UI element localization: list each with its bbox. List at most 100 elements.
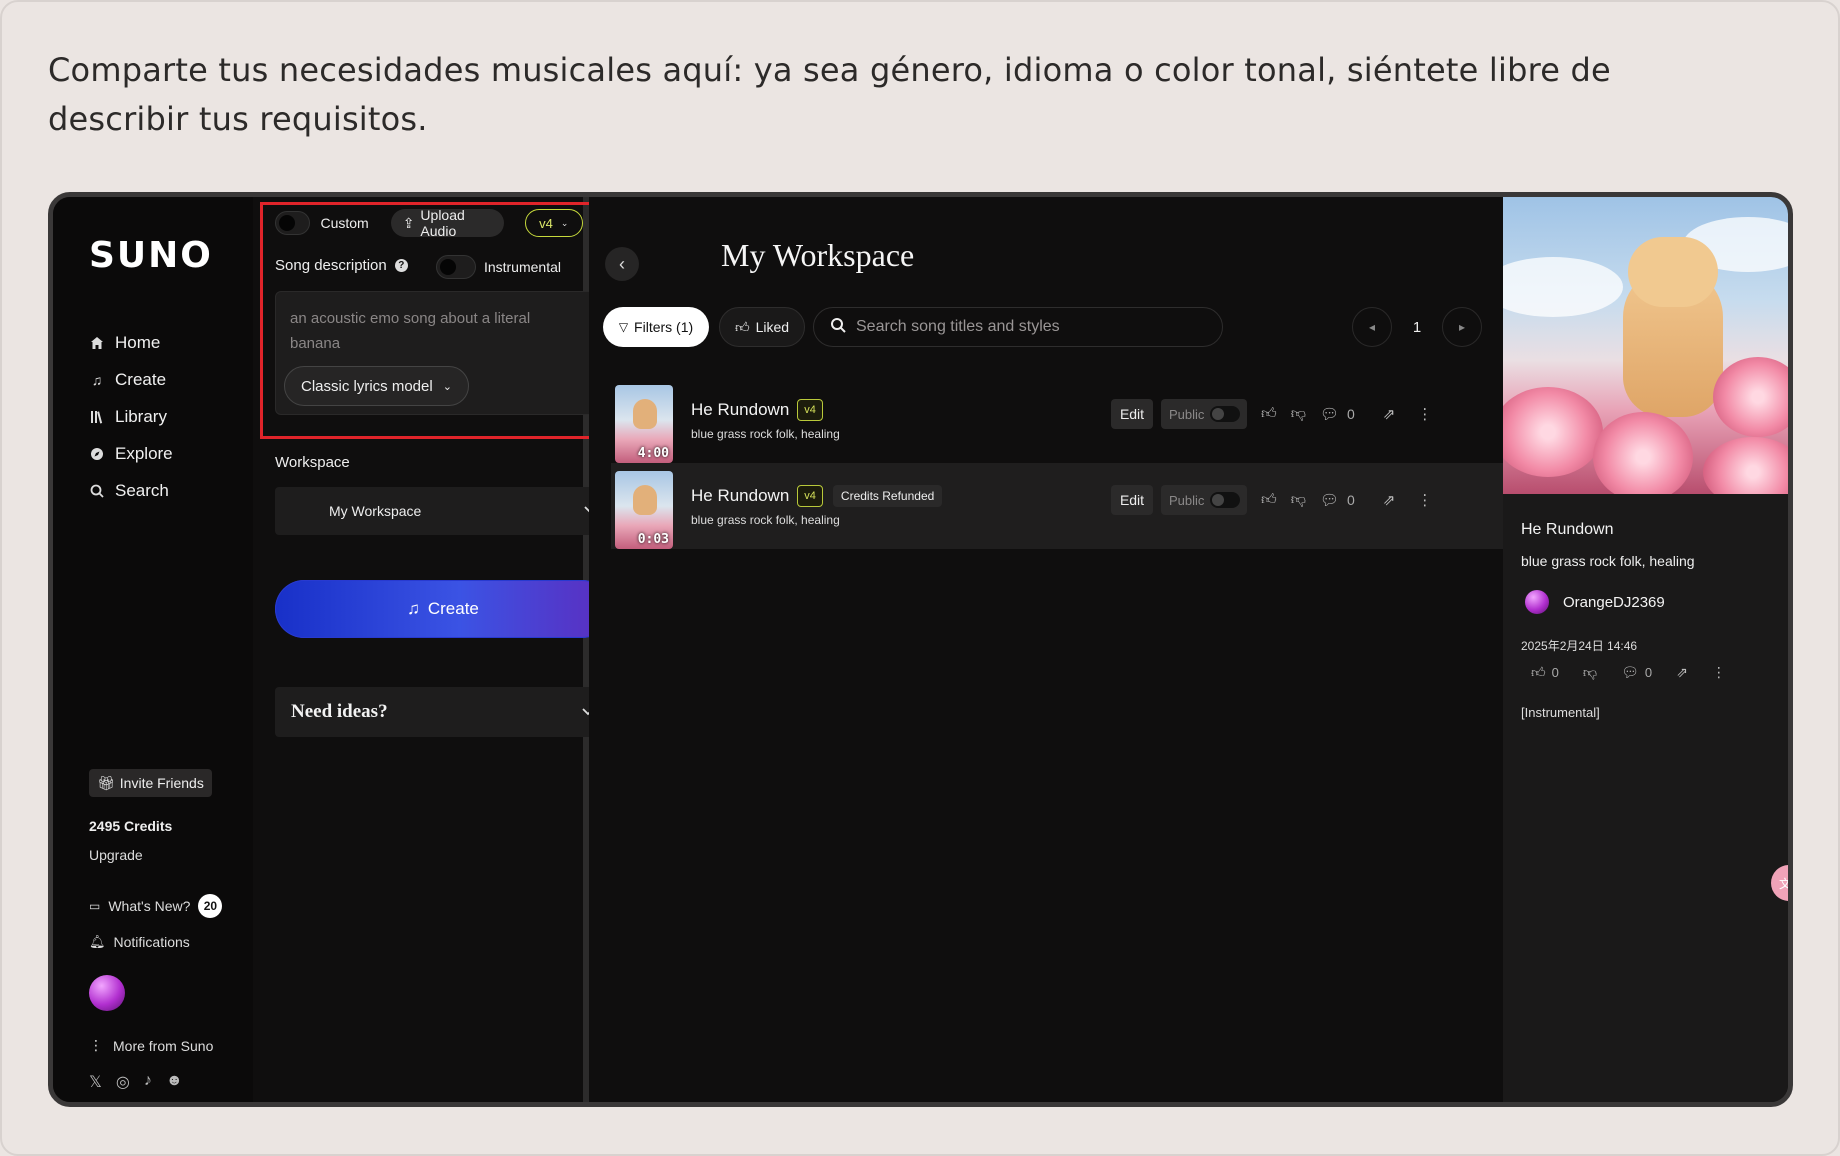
creator-name: OrangeDJ2369 [1563,593,1665,611]
invite-friends-button[interactable]: 🎁︎ Invite Friends [89,769,212,797]
bell-icon: 🔔︎ [89,934,106,949]
song-title[interactable]: He Rundown [691,400,789,420]
search-input[interactable] [856,318,1196,336]
filters-label: Filters (1) [634,319,694,335]
nav-item-search[interactable]: Search [89,472,173,509]
main-nav: Home ♫ Create Library Explore Search [89,324,173,509]
detail-lyrics: [Instrumental] [1521,705,1600,720]
detail-creator[interactable]: OrangeDJ2369 [1525,590,1665,614]
caret-right-icon: ▸ [1458,320,1466,334]
home-icon [89,335,105,351]
song-row[interactable]: 4:00 He Rundown v4 blue grass rock folk,… [611,377,1503,463]
upgrade-link[interactable]: Upgrade [89,847,143,863]
tiktok-icon[interactable]: ♪ [144,1072,152,1092]
custom-label: Custom [320,215,369,231]
nav-item-explore[interactable]: Explore [89,435,173,472]
liked-label: Liked [755,319,790,335]
edit-button[interactable]: Edit [1111,399,1153,429]
gift-icon: 🎁︎ [97,774,115,791]
cover-art-cat [633,399,657,429]
song-search [813,307,1223,347]
discord-icon[interactable]: ☻ [166,1072,183,1092]
upload-audio-button[interactable]: ⇪ Upload Audio [390,207,504,239]
model-version-select[interactable]: v4 ⌄ [524,209,583,237]
like-button[interactable]: 👍︎ 0 [1531,664,1559,681]
version-tag: v4 [797,485,823,507]
like-button[interactable]: 👍︎ [1261,405,1277,423]
song-description-heading: Song description ? [275,257,408,274]
more-options-button[interactable]: ⋮ [1417,491,1432,509]
dislike-button[interactable]: 👎︎ [1583,664,1597,681]
cover-flower [1503,387,1603,477]
public-toggle-button[interactable]: Public [1161,485,1247,515]
share-button[interactable]: ⇗ [1383,405,1396,423]
more-from-suno-link[interactable]: ⋮ More from Suno [89,1037,213,1054]
notifications-link[interactable]: 🔔︎ Notifications [89,934,190,950]
comments-button[interactable]: 💬︎ 0 [1320,405,1355,423]
public-label: Public [1169,406,1205,422]
page-title: My Workspace [721,237,915,273]
public-toggle[interactable] [1210,492,1241,508]
cover-flower [1703,437,1788,494]
comment-count: 0 [1644,665,1653,680]
lyrics-model-select[interactable]: Classic lyrics model ⌄ [284,366,469,406]
share-button[interactable]: ⇗ [1383,491,1396,509]
nav-label: Home [115,332,161,352]
detail-song-style: blue grass rock folk, healing [1521,553,1695,569]
comment-icon: 💬︎ [1319,406,1339,423]
chevron-down-icon: ⌄ [560,217,569,228]
instrumental-toggle[interactable] [435,255,476,279]
filters-button[interactable]: ▽ Filters (1) [603,307,709,347]
nav-item-create[interactable]: ♫ Create [89,361,173,398]
nav-item-library[interactable]: Library [89,398,173,435]
detail-song-title: He Rundown [1521,521,1614,538]
translate-icon: 文A [1779,876,1792,891]
nav-label: Explore [115,443,173,463]
more-options-button[interactable]: ⋮ [1417,405,1432,423]
whats-new-link[interactable]: ▭ What's New? 20 [89,894,223,918]
like-button[interactable]: 👍︎ [1261,491,1277,509]
back-button[interactable]: ‹ [605,247,639,281]
suno-logo[interactable]: SUNO [89,235,213,276]
share-button[interactable]: ⇗ [1676,664,1688,681]
comment-count: 0 [1346,492,1355,508]
share-icon: ⇗ [1382,492,1396,509]
credits-refunded-badge: Credits Refunded [832,485,943,507]
dislike-button[interactable]: 👎︎ [1291,491,1306,509]
public-toggle[interactable] [1210,406,1241,422]
need-ideas-label: Need ideas? [291,701,388,722]
translate-floating-button[interactable]: 文A [1771,865,1792,901]
create-button[interactable]: ♫ Create [275,580,611,638]
song-cover-thumbnail[interactable]: 0:03 [615,471,673,549]
song-description-input[interactable]: an acoustic emo song about a literal ban… [275,291,611,415]
song-cover-thumbnail[interactable]: 4:00 [615,385,673,463]
thumbs-down-icon: 👎︎ [1290,491,1306,508]
song-title[interactable]: He Rundown [691,486,789,506]
custom-toggle[interactable] [275,211,311,235]
comments-button[interactable]: 💬︎ 0 [1320,491,1355,509]
caret-left-icon: ◂ [1368,320,1376,334]
compass-icon [89,446,105,462]
next-page-button[interactable]: ▸ [1442,307,1482,347]
thumbs-up-icon: 👍︎ [1531,664,1546,680]
creator-avatar [1525,590,1549,614]
prev-page-button[interactable]: ◂ [1352,307,1392,347]
user-avatar[interactable] [89,975,125,1011]
instagram-icon[interactable]: ◎ [116,1072,130,1092]
comments-button[interactable]: 💬︎ 0 [1621,664,1652,681]
detail-created-date: 2025年2月24日 14:46 [1521,639,1638,653]
public-toggle-button[interactable]: Public [1161,399,1247,429]
help-icon[interactable]: ? [394,259,408,272]
more-options-button[interactable]: ⋮ [1712,664,1726,681]
x-twitter-icon[interactable]: 𝕏 [89,1072,102,1092]
song-row[interactable]: 0:03 He Rundown v4 Credits Refunded blue… [611,463,1503,549]
thumbs-up-icon: 👍︎ [1261,405,1277,422]
dislike-button[interactable]: 👎︎ [1291,405,1306,423]
song-detail-panel: He Rundown blue grass rock folk, healing… [1503,197,1792,1102]
need-ideas-dropdown[interactable]: Need ideas? [275,687,611,737]
liked-filter-button[interactable]: 👍︎ Liked [719,307,805,347]
create-panel: Custom ⇪ Upload Audio v4 ⌄ Song descript… [253,197,635,1102]
nav-item-home[interactable]: Home [89,324,173,361]
workspace-select[interactable]: My Workspace [275,487,611,535]
edit-button[interactable]: Edit [1111,485,1153,515]
